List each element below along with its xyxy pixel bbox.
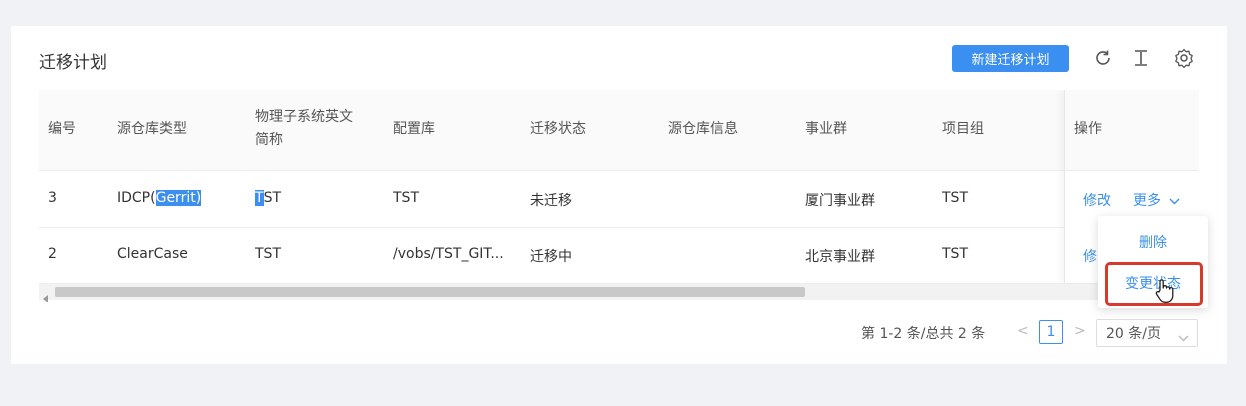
chevron-down-icon [1178, 330, 1189, 346]
more-label: 更多 [1133, 193, 1161, 209]
next-page-button[interactable]: > [1074, 323, 1086, 339]
settings-icon[interactable] [1172, 46, 1196, 70]
cell-business-group: 厦门事业群 [805, 193, 875, 209]
cell-id: 3 [48, 190, 57, 206]
table-row: 3 IDCP(Gerrit) TST TST 未迁移 厦门事业群 TST [39, 171, 1199, 228]
new-migration-plan-button[interactable]: 新建迁移计划 [952, 45, 1069, 72]
header-migration-status: 迁移状态 [530, 121, 586, 137]
selected-text: Gerrit) [155, 190, 202, 206]
cell-project-group: TST [942, 190, 968, 206]
pagination-summary: 第 1-2 条/总共 2 条 [861, 326, 986, 342]
header-business-group: 事业群 [805, 121, 847, 137]
selected-text: T [255, 190, 264, 206]
horizontal-scrollbar[interactable] [39, 284, 1199, 302]
refresh-icon[interactable] [1091, 46, 1115, 70]
page-1-button[interactable]: 1 [1039, 320, 1063, 344]
page-size-select[interactable]: 20 条/页 [1096, 319, 1198, 347]
edit-link[interactable]: 修改 [1083, 190, 1111, 210]
column-height-icon[interactable] [1129, 46, 1153, 70]
cell-source-repo-type: ClearCase [117, 246, 188, 262]
cell-config-repo: /vobs/TST_GIT... [393, 246, 504, 262]
header-source-repo-info: 源仓库信息 [668, 121, 738, 137]
actions-header: 操作 [1065, 90, 1199, 171]
scrollbar-thumb[interactable] [55, 287, 805, 297]
migration-plan-table: 编号 源仓库类型 物理子系统英文 简称 配置库 迁移状态 源仓库信息 事业群 项… [39, 90, 1199, 302]
more-dropdown-trigger[interactable]: 更多 [1133, 190, 1180, 210]
text-prefix: IDCP( [117, 190, 156, 206]
table-row: 2 ClearCase TST /vobs/TST_GIT... 迁移中 北京事… [39, 227, 1199, 284]
cell-id: 2 [48, 246, 57, 262]
header-id: 编号 [48, 121, 76, 137]
prev-page-button[interactable]: < [1017, 323, 1029, 339]
cell-migration-status: 迁移中 [530, 249, 572, 265]
cell-migration-status: 未迁移 [530, 193, 572, 209]
cell-physical-name: TST [255, 246, 281, 262]
header-source-repo-type: 源仓库类型 [117, 121, 187, 137]
header-actions: 操作 [1074, 121, 1102, 137]
page-title: 迁移计划 [39, 53, 107, 73]
migration-plan-card: 迁移计划 新建迁移计划 编号 源仓库类型 物理子系统英文 简称 配置库 迁移状态… [11, 26, 1227, 364]
cell-physical-name: TST [255, 190, 281, 206]
chevron-down-icon [1169, 193, 1180, 209]
cell-config-repo: TST [393, 190, 419, 206]
hand-cursor-icon [1154, 278, 1176, 308]
delete-menu-item[interactable]: 删除 [1098, 224, 1208, 260]
scroll-left-icon[interactable] [43, 288, 49, 302]
text-rest: ST [263, 190, 282, 206]
header-config-repo: 配置库 [393, 121, 435, 137]
cell-source-repo-type: IDCP(Gerrit) [117, 190, 202, 206]
page-size-value: 20 条/页 [1106, 326, 1161, 342]
cell-business-group: 北京事业群 [805, 249, 875, 265]
header-physical-name-line2: 简称 [255, 132, 283, 148]
cell-project-group: TST [942, 246, 968, 262]
header-physical-name-line1: 物理子系统英文 [255, 109, 353, 125]
header-project-group: 项目组 [942, 121, 984, 137]
table-header: 编号 源仓库类型 物理子系统英文 简称 配置库 迁移状态 源仓库信息 事业群 项… [39, 90, 1199, 171]
